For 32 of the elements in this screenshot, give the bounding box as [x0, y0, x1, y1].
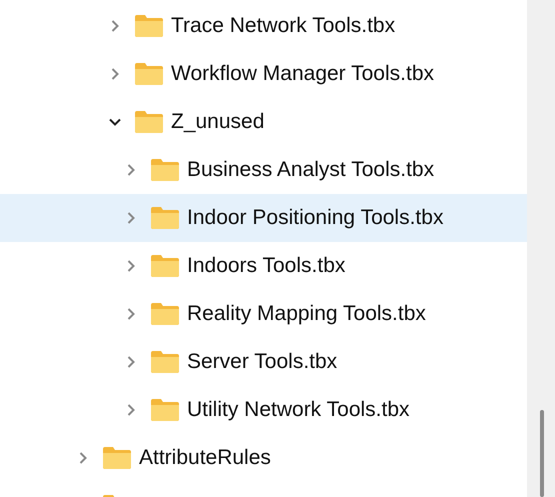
tree-row[interactable]: Utility Network Tools.tbx — [0, 386, 527, 434]
scrollbar-thumb[interactable] — [540, 410, 544, 497]
tree-row[interactable]: Z_unused — [0, 98, 527, 146]
folder-name: Server Tools.tbx — [187, 350, 338, 374]
tree-row[interactable]: Indoor Positioning Tools.tbx — [0, 194, 527, 242]
scrollbar[interactable] — [527, 0, 555, 497]
folder-name: Indoor Positioning Tools.tbx — [187, 206, 444, 230]
folder-icon — [135, 15, 163, 37]
folder-icon — [151, 159, 179, 181]
folder-icon — [135, 111, 163, 133]
folder-icon — [151, 255, 179, 277]
tree-row[interactable]: Workflow Manager Tools.tbx — [0, 50, 527, 98]
tree-row[interactable]: Server Tools.tbx — [0, 338, 527, 386]
folder-name: Indoors Tools.tbx — [187, 254, 346, 278]
folder-name: AttributeRules — [139, 446, 271, 470]
folder-icon — [151, 399, 179, 421]
tree-row[interactable]: Business Analyst Tools.tbx — [0, 146, 527, 194]
folder-icon — [151, 207, 179, 229]
tree-row[interactable]: AttributeRules — [0, 434, 527, 482]
tree-row[interactable]: Trace Network Tools.tbx — [0, 2, 527, 50]
folder-icon — [151, 351, 179, 373]
folder-name: Trace Network Tools.tbx — [171, 14, 396, 38]
folder-icon — [135, 63, 163, 85]
tree-row[interactable]: Reality Mapping Tools.tbx — [0, 290, 527, 338]
folder-icon — [151, 303, 179, 325]
folder-name: Business Analyst Tools.tbx — [187, 158, 434, 182]
folder-name: Workflow Manager Tools.tbx — [171, 62, 434, 86]
folder-name: Reality Mapping Tools.tbx — [187, 302, 426, 326]
folder-icon — [103, 447, 131, 469]
tree-row[interactable]: Indoors Tools.tbx — [0, 242, 527, 290]
folder-name: Z_unused — [171, 110, 264, 134]
folder-name: Utility Network Tools.tbx — [187, 398, 410, 422]
